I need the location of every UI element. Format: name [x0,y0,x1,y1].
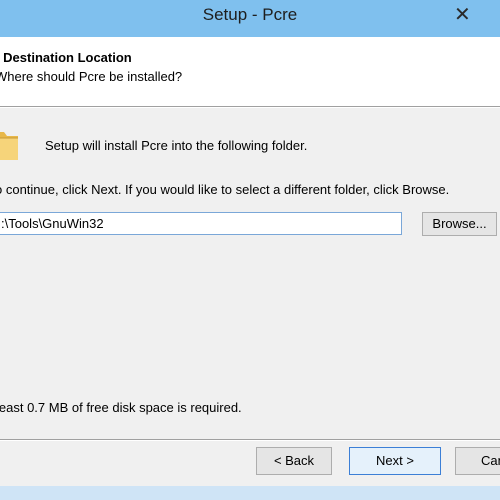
wizard-content: Setup will install Pcre into the followi… [0,108,500,439]
page-subtitle: Where should Pcre be installed? [0,69,183,84]
browse-button[interactable]: Browse... [422,212,497,236]
folder-icon [0,132,18,160]
close-icon[interactable]: ✕ [454,2,471,27]
back-button[interactable]: < Back [256,447,332,475]
wizard-footer: < Back Next > Cancel [0,441,500,486]
instructions-text: o continue, click Next. If you would lik… [0,182,450,197]
install-info-text: Setup will install Pcre into the followi… [45,138,308,153]
next-button[interactable]: Next > [349,447,441,475]
close-button[interactable]: ✕ [446,0,500,32]
disk-space-text: least 0.7 MB of free disk space is requi… [0,400,242,415]
destination-path-input[interactable] [0,212,402,235]
cancel-button[interactable]: Cancel [455,447,500,475]
window-title: Setup - Pcre [202,5,298,24]
wizard-header: ct Destination Location Where should Pcr… [0,37,500,106]
page-title: ct Destination Location [0,50,132,65]
title-bar[interactable]: Setup - Pcre ✕ [0,0,500,37]
window-bottom-frame [0,486,500,500]
